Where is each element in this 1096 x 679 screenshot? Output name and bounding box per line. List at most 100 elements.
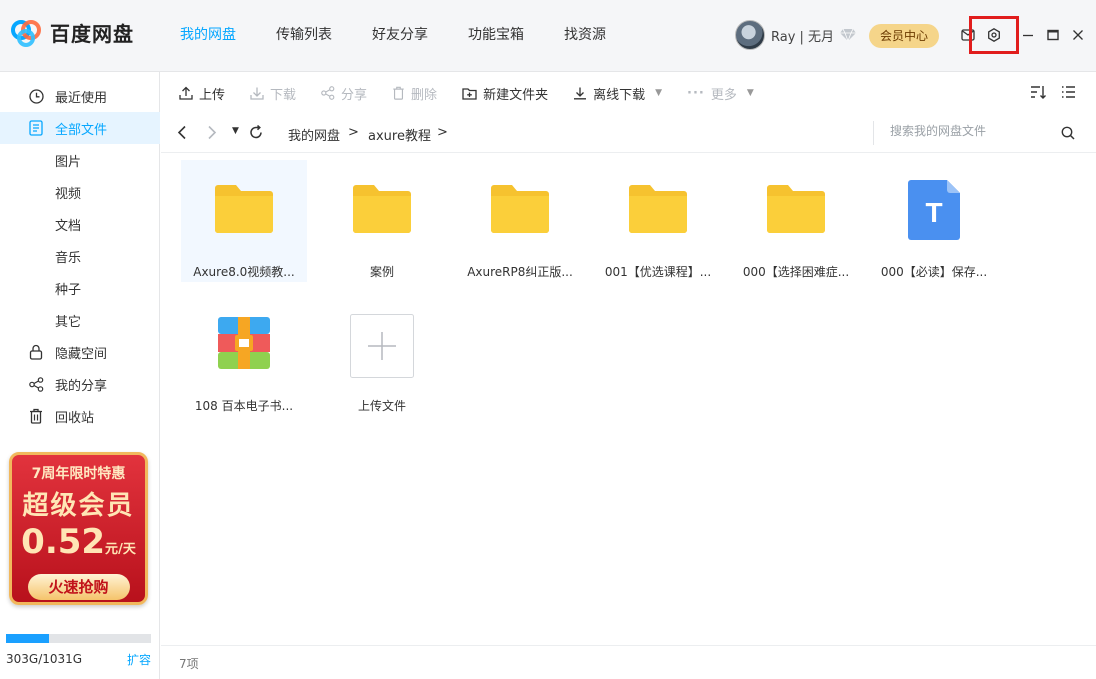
sidebar-item-label: 全部文件	[55, 122, 108, 138]
file-item[interactable]: 000【选择困难症...	[733, 160, 859, 282]
breadcrumb-separator: >	[437, 125, 448, 140]
forward-arrow-icon[interactable]	[207, 125, 217, 140]
sidebar-item-images[interactable]: 图片	[0, 144, 160, 176]
offline-download-button[interactable]: 离线下载 ▼	[573, 84, 662, 103]
vip-center-button[interactable]: 会员中心	[869, 24, 939, 48]
upload-button[interactable]: 上传	[179, 84, 225, 103]
folder-icon	[215, 185, 273, 233]
maximize-button[interactable]	[1041, 22, 1065, 48]
download-button[interactable]: 下载	[250, 84, 296, 103]
item-count: 7项	[179, 657, 199, 671]
new-folder-button[interactable]: 新建文件夹	[462, 84, 548, 103]
storage-progress-fill	[6, 634, 49, 643]
view-controls	[1030, 85, 1076, 100]
file-item[interactable]: AxureRP8纠正版...	[457, 160, 583, 282]
file-name: 案例	[369, 265, 394, 279]
sort-icon[interactable]	[1030, 85, 1047, 100]
share-label: 分享	[341, 87, 368, 103]
close-icon	[1073, 30, 1083, 40]
storage-usage-text: 303G/1031G	[6, 652, 83, 666]
file-item[interactable]: Axure8.0视频教...	[181, 160, 307, 282]
promo-banner[interactable]: 7周年限时特惠 超级会员 0.52元/天 火速抢购	[9, 452, 148, 605]
download-icon	[250, 87, 264, 100]
minimize-button[interactable]	[1016, 22, 1040, 48]
file-name: AxureRP8纠正版...	[467, 265, 573, 279]
file-item[interactable]: 108 百本电子书...	[181, 294, 307, 416]
diamond-icon	[840, 29, 857, 41]
tab-transfer-list[interactable]: 传输列表	[256, 0, 352, 72]
upload-icon	[179, 86, 193, 100]
file-item[interactable]: T 000【必读】保存...	[871, 160, 997, 282]
tab-friend-share[interactable]: 好友分享	[352, 0, 448, 72]
back-arrow-icon[interactable]	[177, 125, 187, 140]
sidebar-item-others[interactable]: 其它	[0, 304, 160, 336]
plus-icon	[350, 314, 414, 378]
share-button[interactable]: 分享	[321, 84, 367, 103]
close-button[interactable]	[1066, 22, 1090, 48]
sidebar-item-hidden-space[interactable]: 隐藏空间	[0, 336, 160, 368]
username: Ray | 无月	[771, 29, 835, 45]
clock-icon	[28, 88, 44, 104]
delete-button[interactable]: 删除	[392, 84, 437, 103]
sidebar-item-my-shares[interactable]: 我的分享	[0, 368, 160, 400]
sidebar-item-videos[interactable]: 视频	[0, 176, 160, 208]
upload-file-tile[interactable]: 上传文件	[319, 294, 445, 416]
trash-icon	[393, 86, 404, 100]
file-name: 000【必读】保存...	[880, 265, 988, 279]
main-nav: 我的网盘 传输列表 好友分享 功能宝箱 找资源	[160, 0, 626, 72]
delete-label: 删除	[411, 87, 438, 103]
sidebar-item-recycle-bin[interactable]: 回收站	[0, 400, 160, 432]
list-view-icon[interactable]	[1061, 85, 1076, 99]
more-button[interactable]: ··· 更多 ▼	[687, 84, 754, 103]
app-window: 百度网盘 我的网盘 传输列表 好友分享 功能宝箱 找资源 Ray | 无月 会员…	[0, 0, 1096, 679]
sidebar-item-all-files[interactable]: 全部文件	[0, 112, 160, 144]
breadcrumb-separator: >	[348, 125, 359, 140]
app-name: 百度网盘	[50, 22, 134, 46]
new-folder-label: 新建文件夹	[483, 87, 549, 103]
folder-icon	[767, 185, 825, 233]
breadcrumb-axure[interactable]: axure教程	[368, 125, 431, 144]
file-name: Axure8.0视频教...	[193, 265, 295, 279]
search-input[interactable]	[890, 124, 1050, 138]
folder-icon	[629, 185, 687, 233]
offline-download-label: 离线下载	[593, 87, 646, 103]
tab-my-disk[interactable]: 我的网盘	[160, 0, 256, 72]
history-dropdown-icon[interactable]: ▼	[232, 126, 239, 136]
sidebar-item-label: 最近使用	[55, 90, 108, 106]
more-dots-icon: ···	[687, 85, 705, 101]
tab-find-resources[interactable]: 找资源	[544, 0, 626, 72]
promo-buy-button[interactable]: 火速抢购	[27, 574, 130, 600]
document-icon	[29, 120, 43, 136]
lock-icon	[29, 344, 43, 360]
path-bar: ▼ 我的网盘 > axure教程 >	[161, 113, 1096, 153]
promo-title: 7周年限时特惠	[31, 466, 126, 482]
refresh-icon[interactable]	[249, 125, 263, 140]
tab-toolbox[interactable]: 功能宝箱	[448, 0, 544, 72]
user-info[interactable]: Ray | 无月	[735, 20, 857, 50]
chevron-down-icon[interactable]: ▼	[655, 88, 662, 98]
offline-download-icon	[574, 87, 587, 100]
text-document-icon: T	[908, 180, 960, 240]
sidebar-item-documents[interactable]: 文档	[0, 208, 160, 240]
sidebar-item-label: 我的分享	[55, 378, 108, 394]
share-icon	[28, 376, 43, 392]
file-name: 上传文件	[357, 399, 406, 413]
sidebar-item-torrents[interactable]: 种子	[0, 272, 160, 304]
file-item[interactable]: 案例	[319, 160, 445, 282]
expand-storage-link[interactable]: 扩容	[127, 651, 151, 668]
folder-icon	[353, 185, 411, 233]
file-name: 108 百本电子书...	[194, 399, 294, 413]
sidebar-item-label: 隐藏空间	[55, 346, 108, 362]
avatar[interactable]	[735, 20, 765, 50]
sidebar: 最近使用 全部文件 图片 视频 文档 音乐 种子 其它 隐藏空间 我的分享 回收…	[0, 72, 160, 679]
file-item[interactable]: 001【优选课程】...	[595, 160, 721, 282]
search-icon[interactable]	[1061, 126, 1075, 140]
upload-label: 上传	[199, 87, 226, 103]
sidebar-item-recent[interactable]: 最近使用	[0, 80, 160, 112]
promo-price: 0.52元/天	[21, 522, 136, 562]
maximize-icon	[1047, 29, 1059, 41]
sidebar-item-music[interactable]: 音乐	[0, 240, 160, 272]
breadcrumb-my-disk[interactable]: 我的网盘	[288, 125, 340, 144]
share-icon	[321, 86, 335, 100]
folder-icon	[491, 185, 549, 233]
